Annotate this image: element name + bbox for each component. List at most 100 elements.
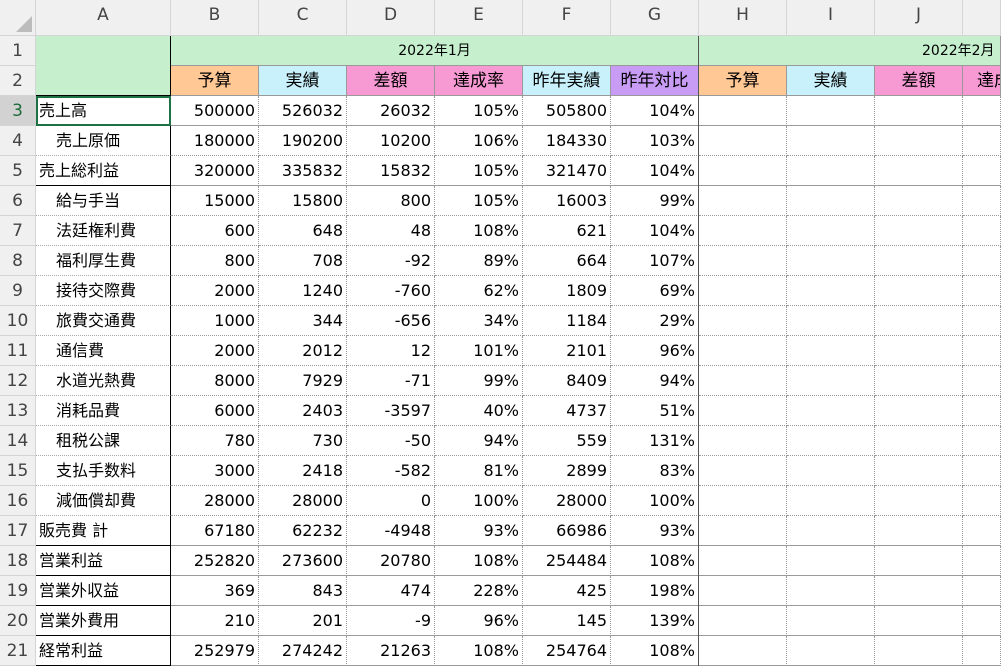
data-cell[interactable]: -9 bbox=[347, 606, 435, 636]
spreadsheet-grid[interactable]: A B C D E F G H I J 1 2 3 4 5 6 7 8 9 10 11 12 13 14 15 16 17 18 19 2… bbox=[0, 0, 1001, 670]
data-cell[interactable]: 66986 bbox=[523, 516, 611, 546]
row-header-15[interactable]: 15 bbox=[0, 456, 36, 486]
data-cell[interactable]: 15000 bbox=[171, 186, 259, 216]
data-cell[interactable]: 252979 bbox=[171, 636, 259, 666]
data-cell[interactable]: 7929 bbox=[259, 366, 347, 396]
row-header-16[interactable]: 16 bbox=[0, 486, 36, 516]
data-cell[interactable]: 145 bbox=[523, 606, 611, 636]
row-header-11[interactable]: 11 bbox=[0, 336, 36, 366]
empty-cell[interactable] bbox=[875, 456, 963, 486]
empty-cell[interactable] bbox=[875, 186, 963, 216]
empty-cell[interactable] bbox=[963, 336, 1001, 366]
empty-cell[interactable] bbox=[875, 606, 963, 636]
subheader-rate-feb[interactable]: 達成 bbox=[963, 66, 1001, 96]
row-header-19[interactable]: 19 bbox=[0, 576, 36, 606]
empty-cell[interactable] bbox=[963, 636, 1001, 666]
data-cell[interactable]: 106% bbox=[435, 126, 523, 156]
data-cell[interactable]: 843 bbox=[259, 576, 347, 606]
data-cell[interactable]: 99% bbox=[435, 366, 523, 396]
data-cell[interactable]: 108% bbox=[435, 216, 523, 246]
subheader-last-year[interactable]: 昨年実績 bbox=[523, 66, 611, 96]
row-label-cell[interactable]: 給与手当 bbox=[36, 186, 171, 216]
row-label-cell[interactable]: 租税公課 bbox=[36, 426, 171, 456]
row-header-13[interactable]: 13 bbox=[0, 396, 36, 426]
data-cell[interactable]: 2418 bbox=[259, 456, 347, 486]
column-header-a[interactable]: A bbox=[36, 0, 171, 36]
data-cell[interactable]: -4948 bbox=[347, 516, 435, 546]
data-cell[interactable]: 320000 bbox=[171, 156, 259, 186]
data-cell[interactable]: 93% bbox=[435, 516, 523, 546]
empty-cell[interactable] bbox=[963, 246, 1001, 276]
column-header-h[interactable]: H bbox=[699, 0, 787, 36]
empty-cell[interactable] bbox=[787, 366, 875, 396]
data-cell[interactable]: 108% bbox=[611, 546, 699, 576]
data-cell[interactable]: 103% bbox=[611, 126, 699, 156]
data-cell[interactable]: -3597 bbox=[347, 396, 435, 426]
data-cell[interactable]: 108% bbox=[435, 546, 523, 576]
empty-cell[interactable] bbox=[699, 516, 787, 546]
data-cell[interactable]: 6000 bbox=[171, 396, 259, 426]
data-cell[interactable]: -656 bbox=[347, 306, 435, 336]
column-header-i[interactable]: I bbox=[787, 0, 875, 36]
data-cell[interactable]: 131% bbox=[611, 426, 699, 456]
data-cell[interactable]: 96% bbox=[435, 606, 523, 636]
empty-cell[interactable] bbox=[699, 576, 787, 606]
data-cell[interactable]: 108% bbox=[435, 636, 523, 666]
data-cell[interactable]: 105% bbox=[435, 186, 523, 216]
data-cell[interactable]: 1240 bbox=[259, 276, 347, 306]
data-cell[interactable]: 89% bbox=[435, 246, 523, 276]
data-cell[interactable]: 21263 bbox=[347, 636, 435, 666]
row-header-4[interactable]: 4 bbox=[0, 126, 36, 156]
empty-cell[interactable] bbox=[875, 426, 963, 456]
empty-cell[interactable] bbox=[699, 216, 787, 246]
data-cell[interactable]: 321470 bbox=[523, 156, 611, 186]
row-header-3[interactable]: 3 bbox=[0, 96, 36, 126]
data-cell[interactable]: 62232 bbox=[259, 516, 347, 546]
empty-cell[interactable] bbox=[699, 366, 787, 396]
empty-cell[interactable] bbox=[787, 306, 875, 336]
data-cell[interactable]: 708 bbox=[259, 246, 347, 276]
subheader-budget[interactable]: 予算 bbox=[171, 66, 259, 96]
row-label-cell[interactable]: 経常利益 bbox=[36, 636, 171, 666]
data-cell[interactable]: 254764 bbox=[523, 636, 611, 666]
data-cell[interactable]: 369 bbox=[171, 576, 259, 606]
data-cell[interactable]: 12 bbox=[347, 336, 435, 366]
data-cell[interactable]: 190200 bbox=[259, 126, 347, 156]
data-cell[interactable]: 274242 bbox=[259, 636, 347, 666]
data-cell[interactable]: 1000 bbox=[171, 306, 259, 336]
empty-cell[interactable] bbox=[963, 426, 1001, 456]
empty-cell[interactable] bbox=[875, 336, 963, 366]
cell-a1-header[interactable] bbox=[36, 36, 171, 96]
data-cell[interactable]: 105% bbox=[435, 96, 523, 126]
empty-cell[interactable] bbox=[787, 456, 875, 486]
subheader-actual-feb[interactable]: 実績 bbox=[787, 66, 875, 96]
data-cell[interactable]: 1184 bbox=[523, 306, 611, 336]
data-cell[interactable]: 40% bbox=[435, 396, 523, 426]
data-cell[interactable]: 104% bbox=[611, 96, 699, 126]
empty-cell[interactable] bbox=[875, 126, 963, 156]
month-header-feb[interactable]: 2022年2月 bbox=[699, 36, 1001, 66]
row-label-cell[interactable]: 売上高 bbox=[36, 96, 171, 126]
data-cell[interactable]: 800 bbox=[347, 186, 435, 216]
row-header-20[interactable]: 20 bbox=[0, 606, 36, 636]
data-cell[interactable]: 474 bbox=[347, 576, 435, 606]
row-header-17[interactable]: 17 bbox=[0, 516, 36, 546]
empty-cell[interactable] bbox=[787, 576, 875, 606]
empty-cell[interactable] bbox=[787, 396, 875, 426]
data-cell[interactable]: 16003 bbox=[523, 186, 611, 216]
row-label-cell[interactable]: 支払手数料 bbox=[36, 456, 171, 486]
empty-cell[interactable] bbox=[875, 576, 963, 606]
column-header-b[interactable]: B bbox=[171, 0, 259, 36]
data-cell[interactable]: 4737 bbox=[523, 396, 611, 426]
empty-cell[interactable] bbox=[875, 306, 963, 336]
row-header-10[interactable]: 10 bbox=[0, 306, 36, 336]
data-cell[interactable]: 2000 bbox=[171, 336, 259, 366]
data-cell[interactable]: 20780 bbox=[347, 546, 435, 576]
data-cell[interactable]: 139% bbox=[611, 606, 699, 636]
empty-cell[interactable] bbox=[875, 516, 963, 546]
data-cell[interactable]: 780 bbox=[171, 426, 259, 456]
row-label-cell[interactable]: 営業外費用 bbox=[36, 606, 171, 636]
data-cell[interactable]: 108% bbox=[611, 636, 699, 666]
row-header-18[interactable]: 18 bbox=[0, 546, 36, 576]
empty-cell[interactable] bbox=[963, 126, 1001, 156]
